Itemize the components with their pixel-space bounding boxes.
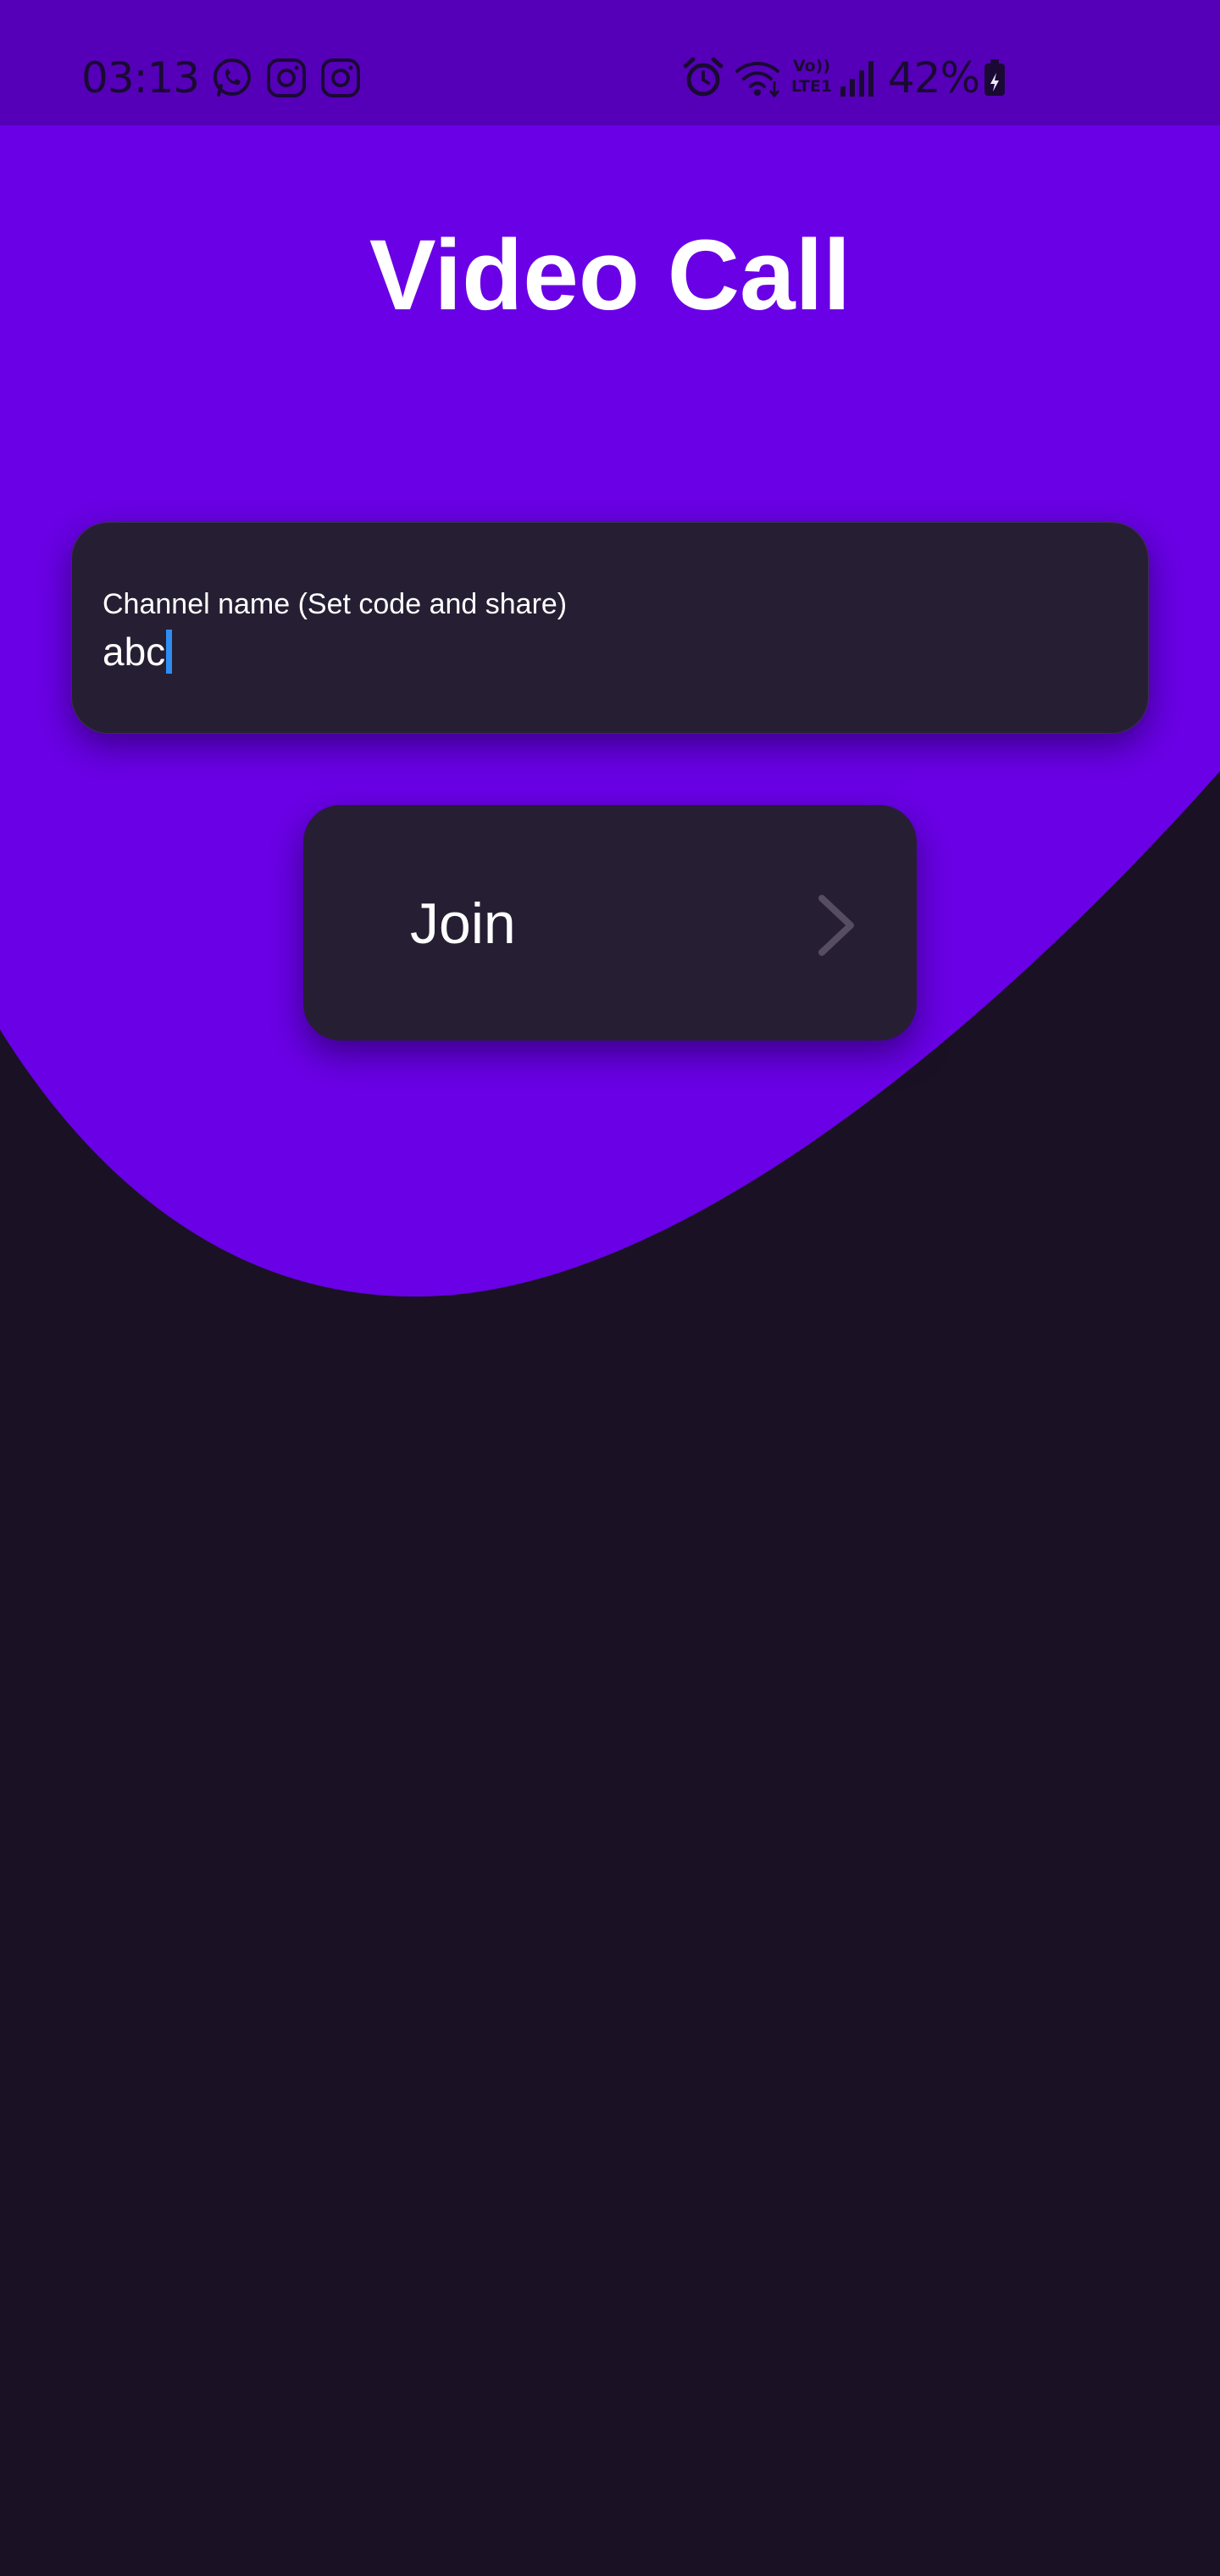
whatsapp-icon	[214, 58, 251, 97]
status-bar: 03:13 Vo)) LTE1 42%	[0, 0, 1220, 125]
chevron-right-icon	[818, 895, 854, 956]
volte-text: Vo))	[792, 57, 831, 75]
lte-text: LTE1	[790, 77, 833, 96]
instagram-icon	[267, 58, 306, 97]
channel-name-input[interactable]: abc	[103, 626, 173, 677]
wifi-icon	[735, 62, 780, 98]
volte-lte-icon: Vo)) LTE1	[788, 56, 835, 100]
channel-name-value: abc	[103, 630, 166, 674]
alarm-icon	[683, 57, 724, 97]
text-caret	[166, 629, 173, 674]
battery-charging-icon	[984, 59, 1005, 96]
instagram-icon	[321, 58, 360, 97]
page-title: Video Call	[369, 219, 851, 331]
purple-wave-background	[0, 0, 1220, 1297]
status-time: 03:13	[81, 53, 200, 103]
join-button-label: Join	[410, 891, 516, 956]
channel-name-field[interactable]: Channel name (Set code and share) abc	[71, 522, 1149, 734]
channel-name-label: Channel name (Set code and share)	[103, 588, 568, 620]
battery-percentage: 42%	[888, 53, 980, 103]
video-call-screen: 03:13 Vo)) LTE1 42% Video Call Channel n…	[0, 0, 1220, 2576]
signal-icon	[840, 61, 873, 97]
join-button[interactable]: Join	[303, 805, 917, 1041]
